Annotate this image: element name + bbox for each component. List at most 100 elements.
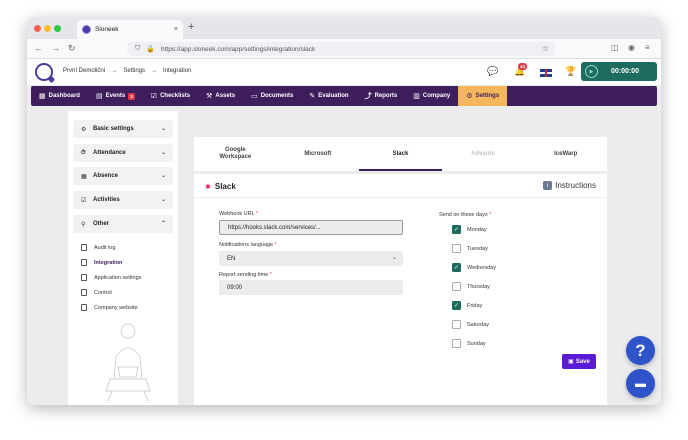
info-icon: i xyxy=(543,181,553,190)
nav-item-events[interactable]: ▤ Events 3 xyxy=(88,86,143,106)
nav-item-dashboard[interactable]: ▦ Dashboard xyxy=(31,86,88,106)
day-checkbox-saturday[interactable]: Saturday xyxy=(452,320,489,329)
chat-icon[interactable]: 💬 xyxy=(487,66,498,77)
sidebar-subitem-integration[interactable]: Integration xyxy=(81,259,122,266)
help-button[interactable]: ? xyxy=(626,336,655,365)
day-checkbox-tuesday[interactable]: Tuesday xyxy=(452,244,488,253)
day-checkbox-sunday[interactable]: Sunday xyxy=(452,339,486,348)
nav-item-label: Evaluation xyxy=(318,93,349,99)
checkbox-checked[interactable]: ✓ xyxy=(452,301,461,310)
sidebar-subitem-control[interactable]: Control xyxy=(81,289,112,296)
browser-window: Sloneek × + ← → ↻ ⛉ 🔒 https://app.slonee… xyxy=(27,17,661,405)
tab-microsoft[interactable]: Microsoft xyxy=(277,137,360,171)
english-flag-icon[interactable] xyxy=(540,69,552,77)
sloneek-logo-icon[interactable] xyxy=(35,63,53,81)
checkbox-checked[interactable]: ✓ xyxy=(452,225,461,234)
tab-label: Advanto xyxy=(471,150,496,157)
nav-item-settings[interactable]: ⚙ Settings xyxy=(458,86,508,106)
bookmark-star-icon[interactable]: ☆ xyxy=(542,44,549,53)
day-checkbox-wednesday[interactable]: ✓ Wednesday xyxy=(452,263,496,272)
checkbox-unchecked[interactable] xyxy=(452,320,461,329)
send-days-label: Send on these days * xyxy=(439,212,491,218)
day-label: Thursday xyxy=(467,283,490,290)
sidebar-item-label: Basic settings xyxy=(93,126,134,132)
back-arrow-icon[interactable]: ← xyxy=(34,43,43,53)
instructions-link[interactable]: i Instructions xyxy=(543,181,596,190)
required-mark: * xyxy=(274,242,277,248)
pocket-icon[interactable]: ◫ xyxy=(611,43,619,52)
sidebar-subitem-company-website[interactable]: Company website xyxy=(81,304,138,311)
sidebar-item-attendance[interactable]: ⏱ Attendance ⌄ xyxy=(73,144,173,162)
account-icon[interactable]: ◉ xyxy=(628,43,635,52)
browser-tab[interactable]: Sloneek × xyxy=(77,20,183,39)
main-navigation: ▦ Dashboard ▤ Events 3 ☑ Checklists ⚒ Assets … xyxy=(31,86,657,106)
instructions-label: Instructions xyxy=(555,181,596,190)
nav-item-checklists[interactable]: ☑ Checklists xyxy=(143,86,198,106)
play-icon[interactable]: ▶ xyxy=(585,65,598,78)
notification-count-badge: 44 xyxy=(518,63,528,70)
sidebar-subitem-application-settings[interactable]: Application settings xyxy=(81,274,141,281)
sidebar-subitem-label: Application settings xyxy=(94,274,142,281)
nav-item-documents[interactable]: ▭ Documents xyxy=(243,86,301,106)
sidebar-subitem-audit-log[interactable]: Audit log xyxy=(81,244,115,251)
checkbox-unchecked[interactable] xyxy=(452,339,461,348)
chat-bubble-icon: ▬ xyxy=(635,377,646,390)
label-text: Webhook URL xyxy=(219,211,255,217)
tab-icewarp[interactable]: IceWarp xyxy=(524,137,607,171)
checkbox-unchecked[interactable] xyxy=(452,244,461,253)
notifications-language-select[interactable]: EN ⌄ xyxy=(219,251,403,266)
chat-support-button[interactable]: ▬ xyxy=(626,369,655,398)
checkbox-unchecked[interactable] xyxy=(452,282,461,291)
sidebar-item-other[interactable]: ⚲ Other ⌃ xyxy=(73,215,173,233)
url-text[interactable]: https://app.sloneek.com/app/settings/int… xyxy=(161,46,315,53)
chart-icon: ⤴ xyxy=(364,93,372,100)
day-checkbox-thursday[interactable]: Thursday xyxy=(452,282,490,291)
nav-item-assets[interactable]: ⚒ Assets xyxy=(198,86,243,106)
tab-google-workspace[interactable]: Google Workspace xyxy=(194,137,277,171)
day-label: Tuesday xyxy=(467,245,488,252)
sidebar-subitem-label: Company website xyxy=(94,304,138,311)
chevron-down-icon: ⌄ xyxy=(160,126,166,132)
nav-item-evaluation[interactable]: ✎ Evaluation xyxy=(301,86,356,106)
webhook-url-input[interactable]: https://hooks.slack.com/services/... xyxy=(219,220,403,235)
forward-arrow-icon[interactable]: → xyxy=(51,43,60,53)
new-tab-icon[interactable]: + xyxy=(188,21,194,33)
report-sending-time-input[interactable]: 09:00 xyxy=(219,280,403,295)
tracking-shield-icon[interactable]: ⛉ xyxy=(135,45,140,53)
day-checkbox-monday[interactable]: ✓ Monday xyxy=(452,225,487,234)
nav-item-company[interactable]: ▥ Company xyxy=(405,86,458,106)
nav-item-reports[interactable]: ⤴ Reports xyxy=(357,86,406,106)
label-text: Report sending time xyxy=(219,272,269,278)
nav-item-label: Reports xyxy=(374,93,398,99)
minimize-window-button[interactable] xyxy=(44,25,51,32)
checkbox-checked[interactable]: ✓ xyxy=(452,263,461,272)
slack-settings-panel: ✱ Slack i Instructions Webhook URL * https… xyxy=(194,174,607,405)
sidebar-item-basic-settings[interactable]: ⚙ Basic settings ⌄ xyxy=(73,120,173,138)
tab-slack[interactable]: Slack xyxy=(359,137,442,171)
nav-item-label: Events xyxy=(105,93,126,99)
breadcrumb-item-settings[interactable]: Settings xyxy=(123,68,145,74)
breadcrumb-item-company[interactable]: První Demoliční xyxy=(63,68,105,74)
person-with-laptop-illustration xyxy=(105,323,151,402)
lock-icon[interactable]: 🔒 xyxy=(146,45,155,53)
sidebar-item-absence[interactable]: ▦ Absence ⌄ xyxy=(73,167,173,185)
document-icon xyxy=(81,274,87,281)
panel-header: ✱ Slack i Instructions xyxy=(194,174,607,198)
close-tab-icon[interactable]: × xyxy=(174,26,178,33)
menu-icon[interactable]: ≡ xyxy=(645,43,650,52)
calendar-icon: ▦ xyxy=(81,173,87,180)
reload-icon[interactable]: ↻ xyxy=(68,43,76,54)
day-checkbox-friday[interactable]: ✓ Friday xyxy=(452,301,482,310)
maximize-window-button[interactable] xyxy=(54,25,61,32)
nav-item-label: Checklists xyxy=(160,93,191,99)
nav-item-label: Assets xyxy=(215,93,236,99)
nav-item-label: Documents xyxy=(260,93,294,99)
address-bar[interactable]: ⛉ 🔒 https://app.sloneek.com/app/settings… xyxy=(127,42,555,56)
close-window-button[interactable] xyxy=(34,25,41,32)
save-button[interactable]: ▣ Save xyxy=(562,354,596,369)
time-tracker[interactable]: ▶ 00:00:00 xyxy=(581,62,657,81)
breadcrumb-arrow-icon: → xyxy=(111,68,118,74)
sidebar-item-activities[interactable]: ☑ Activities ⌄ xyxy=(73,191,173,209)
day-label: Sunday xyxy=(467,340,486,347)
trophy-icon[interactable]: 🏆 xyxy=(565,66,576,77)
